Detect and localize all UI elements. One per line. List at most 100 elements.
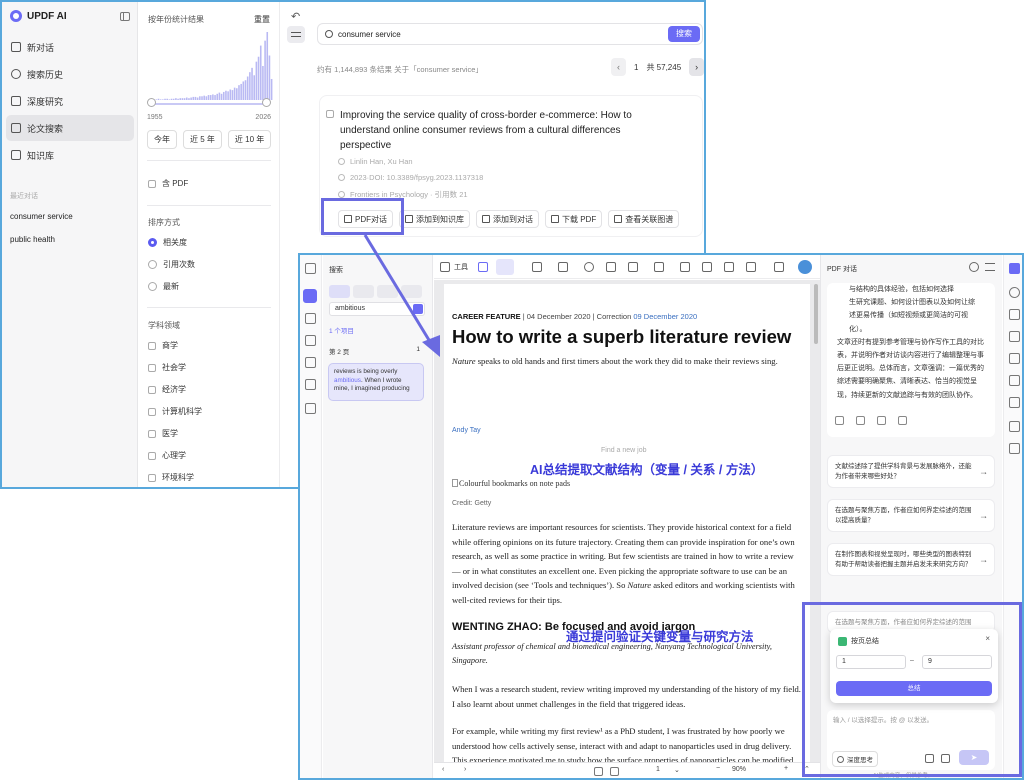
search-input[interactable]: consumer service	[338, 30, 401, 39]
comment-icon[interactable]	[584, 262, 594, 272]
radio[interactable]	[148, 260, 157, 269]
suggested-question[interactable]: 在选题与聚焦方面，作者应如何界定综述的范围以提高质量？ →	[827, 499, 995, 532]
copy-icon[interactable]	[835, 416, 844, 425]
pages-icon[interactable]	[305, 313, 316, 324]
thumbs-up-icon[interactable]	[877, 416, 886, 425]
stamp-icon[interactable]	[724, 262, 734, 272]
sort-option-citations[interactable]: 引用次数	[148, 259, 195, 270]
search-icon[interactable]	[303, 289, 317, 303]
search-bar[interactable]: consumer service 搜索	[317, 23, 703, 45]
checkbox[interactable]	[148, 451, 156, 460]
sort-option-newest[interactable]: 最新	[148, 281, 179, 292]
suggested-question[interactable]: 文献综述除了提供学科背景与发展脉络外，还能为作者带来哪些好处？ →	[827, 455, 995, 488]
search-go-icon[interactable]	[413, 304, 423, 314]
search-settings-icon[interactable]	[401, 285, 422, 298]
download-pdf-button[interactable]: 下载 PDF	[545, 210, 603, 228]
subject-environmental-science[interactable]: 环境科学	[148, 472, 194, 483]
add-to-chat-button[interactable]: 添加到对话	[476, 210, 539, 228]
this-year-button[interactable]: 今年	[147, 130, 177, 149]
share-icon[interactable]	[1009, 397, 1020, 408]
document-scrollbar[interactable]	[814, 284, 818, 344]
subject-business[interactable]: 商学	[148, 340, 178, 351]
prev-page-button[interactable]: ‹	[611, 58, 626, 76]
sticker-icon[interactable]	[702, 262, 712, 272]
search-button[interactable]: 搜索	[668, 26, 700, 42]
sidebar-item-knowledge-base[interactable]: 知识库	[6, 142, 134, 168]
chat-panel-icon[interactable]	[1009, 263, 1020, 274]
year-range-start-handle[interactable]	[147, 98, 156, 107]
save-icon[interactable]	[1009, 421, 1020, 432]
present-icon[interactable]	[610, 767, 619, 776]
zoom-level[interactable]: 90%	[732, 766, 746, 773]
add-to-knowledge-base-button[interactable]: 添加到知识库	[399, 210, 470, 228]
paperclip-icon[interactable]	[680, 262, 690, 272]
subject-medicine[interactable]: 医学	[148, 428, 178, 439]
recent-chat-item[interactable]: public health	[10, 235, 55, 244]
subject-computer-science[interactable]: 计算机科学	[148, 406, 202, 417]
radio[interactable]	[148, 282, 157, 291]
sidebar-item-paper-search[interactable]: 论文搜索	[6, 115, 134, 141]
replace-icon[interactable]	[353, 285, 374, 298]
back-icon[interactable]: ↶	[291, 10, 300, 23]
correction-date[interactable]: 09 December 2020	[633, 312, 697, 321]
checkbox[interactable]	[148, 363, 156, 372]
shape-icon[interactable]	[628, 262, 638, 272]
menu-icon[interactable]	[985, 263, 995, 271]
has-pdf-filter[interactable]: 含 PDF	[148, 178, 188, 189]
next-page-button[interactable]: ›	[689, 58, 704, 76]
last-5-years-button[interactable]: 近 5 年	[183, 130, 222, 149]
ai-icon[interactable]	[1009, 287, 1020, 298]
subject-sociology[interactable]: 社会学	[148, 362, 186, 373]
thumbs-down-icon[interactable]	[898, 416, 907, 425]
search-result-item[interactable]: reviews is being overly ambitious. When …	[328, 363, 424, 401]
toolbox-icon[interactable]	[440, 262, 450, 272]
chevron-left-icon[interactable]: ‹	[442, 766, 444, 773]
result-checkbox[interactable]	[326, 110, 334, 118]
redact-icon[interactable]	[377, 285, 398, 298]
last-10-years-button[interactable]: 近 10 年	[227, 130, 272, 149]
highlight-icon[interactable]	[606, 262, 616, 272]
ai-sparkle-icon[interactable]	[478, 262, 488, 272]
convert-icon[interactable]	[1009, 309, 1020, 320]
ocr-icon[interactable]	[1009, 331, 1020, 342]
thumbnails-icon[interactable]	[305, 263, 316, 274]
article-author[interactable]: Andy Tay	[452, 427, 481, 434]
compress-icon[interactable]	[1009, 353, 1020, 364]
fit-page-icon[interactable]	[594, 767, 603, 776]
subject-psychology[interactable]: 心理学	[148, 450, 186, 461]
frame-icon[interactable]	[532, 262, 542, 272]
chevron-right-icon[interactable]: ›	[464, 766, 466, 773]
minus-circle-icon[interactable]	[969, 262, 979, 272]
result-title[interactable]: Improving the service quality of cross-b…	[340, 108, 670, 153]
sort-option-relevance[interactable]: 相关度	[148, 237, 187, 248]
recent-chat-item[interactable]: consumer service	[10, 212, 73, 221]
layers-icon[interactable]	[305, 379, 316, 390]
checkbox[interactable]	[148, 407, 156, 416]
view-related-graph-button[interactable]: 查看关联图谱	[608, 210, 680, 228]
search-query-input[interactable]: ambitious	[329, 302, 425, 316]
checkbox[interactable]	[148, 385, 156, 394]
sidebar-toggle-icon[interactable]	[120, 12, 130, 21]
trash-icon[interactable]	[774, 262, 784, 272]
checkbox[interactable]	[148, 473, 156, 482]
subject-economics[interactable]: 经济学	[148, 384, 186, 395]
bookmark-icon[interactable]	[305, 335, 316, 346]
zoom-out-icon[interactable]: −	[716, 765, 720, 772]
select-tool-active[interactable]	[496, 259, 514, 275]
page-down-icon[interactable]: ⌄	[674, 766, 680, 774]
comment-icon[interactable]	[305, 357, 316, 368]
sidebar-item-deep-research[interactable]: 深度研究	[6, 88, 134, 114]
form-icon[interactable]	[654, 262, 664, 272]
search-mode-icon[interactable]	[329, 285, 350, 298]
checkbox[interactable]	[148, 341, 156, 350]
attachment-icon[interactable]	[305, 403, 316, 414]
find-job-link[interactable]: Find a new job	[601, 447, 647, 454]
year-range-end-handle[interactable]	[262, 98, 271, 107]
checkbox[interactable]	[148, 429, 156, 438]
zoom-in-icon[interactable]: +	[784, 765, 788, 772]
suggested-question[interactable]: 在制作图表和视觉呈现时，哪些类型的图表特别有助于帮助读者把握主题并启发未来研究方…	[827, 543, 995, 576]
protect-icon[interactable]	[1009, 375, 1020, 386]
text-icon[interactable]	[558, 262, 568, 272]
current-page-number[interactable]: 1	[656, 766, 660, 773]
sidebar-item-search-history[interactable]: 搜索历史	[6, 61, 134, 87]
